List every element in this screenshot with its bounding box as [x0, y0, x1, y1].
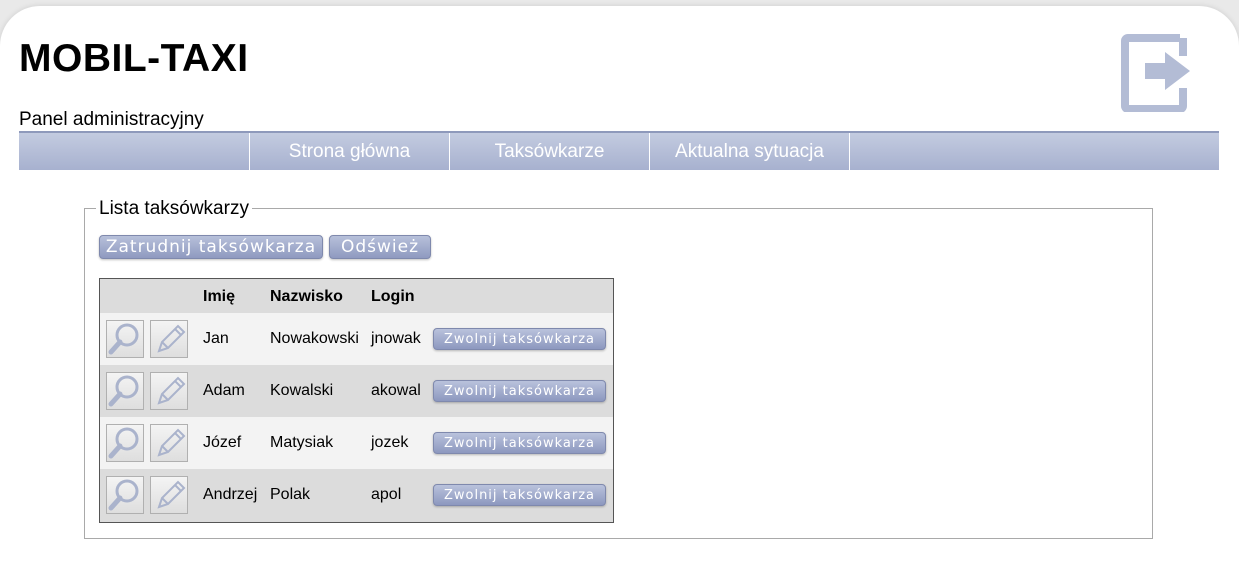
table-row: Józef Matysiak jozek Zwolnij taksówkarza — [100, 417, 613, 469]
logout-button[interactable] — [1118, 30, 1194, 113]
pencil-icon — [157, 480, 186, 509]
pencil-icon — [157, 376, 186, 405]
driver-login: apol — [371, 486, 402, 503]
fire-driver-button[interactable]: Zwolnij taksówkarza — [433, 380, 606, 402]
main-nav: Strona główna Taksówkarze Aktualna sytua… — [19, 131, 1219, 170]
edit-button[interactable] — [150, 372, 188, 410]
refresh-button[interactable]: Odśwież — [329, 235, 431, 259]
nav-item-drivers[interactable]: Taksówkarze — [450, 133, 650, 170]
view-button[interactable] — [106, 476, 144, 514]
view-button[interactable] — [106, 424, 144, 462]
nav-item-home[interactable]: Strona główna — [250, 133, 450, 170]
fire-driver-button[interactable]: Zwolnij taksówkarza — [433, 432, 606, 454]
edit-button[interactable] — [150, 476, 188, 514]
pencil-icon — [157, 324, 186, 353]
view-button[interactable] — [106, 320, 144, 358]
edit-button[interactable] — [150, 320, 188, 358]
drivers-table: Imię Nazwisko Login Jan Nowakowski jnowa… — [99, 278, 614, 523]
column-header-login: Login — [371, 288, 415, 305]
magnifier-icon — [108, 427, 139, 459]
magnifier-icon — [108, 375, 139, 407]
driver-first-name: Józef — [203, 434, 242, 451]
driver-login: jozek — [371, 434, 409, 451]
driver-last-name: Kowalski — [270, 382, 334, 399]
driver-last-name: Polak — [270, 486, 311, 503]
fire-driver-button[interactable]: Zwolnij taksówkarza — [433, 484, 606, 506]
driver-login: akowal — [371, 382, 421, 399]
table-header: Imię Nazwisko Login — [100, 279, 613, 313]
table-row: Andrzej Polak apol Zwolnij taksówkarza — [100, 469, 613, 521]
logout-icon — [1121, 34, 1190, 113]
drivers-legend: Lista taksówkarzy — [96, 198, 252, 220]
hire-driver-button[interactable]: Zatrudnij taksówkarza — [99, 235, 323, 259]
magnifier-icon — [108, 323, 139, 355]
view-button[interactable] — [106, 372, 144, 410]
column-header-first-name: Imię — [203, 288, 236, 305]
nav-spacer — [19, 133, 250, 170]
pencil-icon — [157, 428, 186, 457]
nav-item-current-situation[interactable]: Aktualna sytuacja — [650, 133, 850, 170]
app-title: MOBIL-TAXI — [19, 37, 249, 80]
app-subtitle: Panel administracyjny — [19, 109, 204, 130]
magnifier-icon — [108, 479, 139, 511]
fire-driver-button[interactable]: Zwolnij taksówkarza — [433, 328, 606, 350]
driver-first-name: Jan — [203, 330, 229, 347]
driver-login: jnowak — [371, 330, 421, 347]
table-row: Adam Kowalski akowal Zwolnij taksówkarza — [100, 365, 613, 417]
driver-first-name: Andrzej — [203, 486, 258, 503]
edit-button[interactable] — [150, 424, 188, 462]
driver-last-name: Nowakowski — [270, 330, 359, 347]
column-header-last-name: Nazwisko — [270, 288, 343, 305]
table-row: Jan Nowakowski jnowak Zwolnij taksówkarz… — [100, 313, 613, 365]
driver-last-name: Matysiak — [270, 434, 334, 451]
driver-first-name: Adam — [203, 382, 245, 399]
